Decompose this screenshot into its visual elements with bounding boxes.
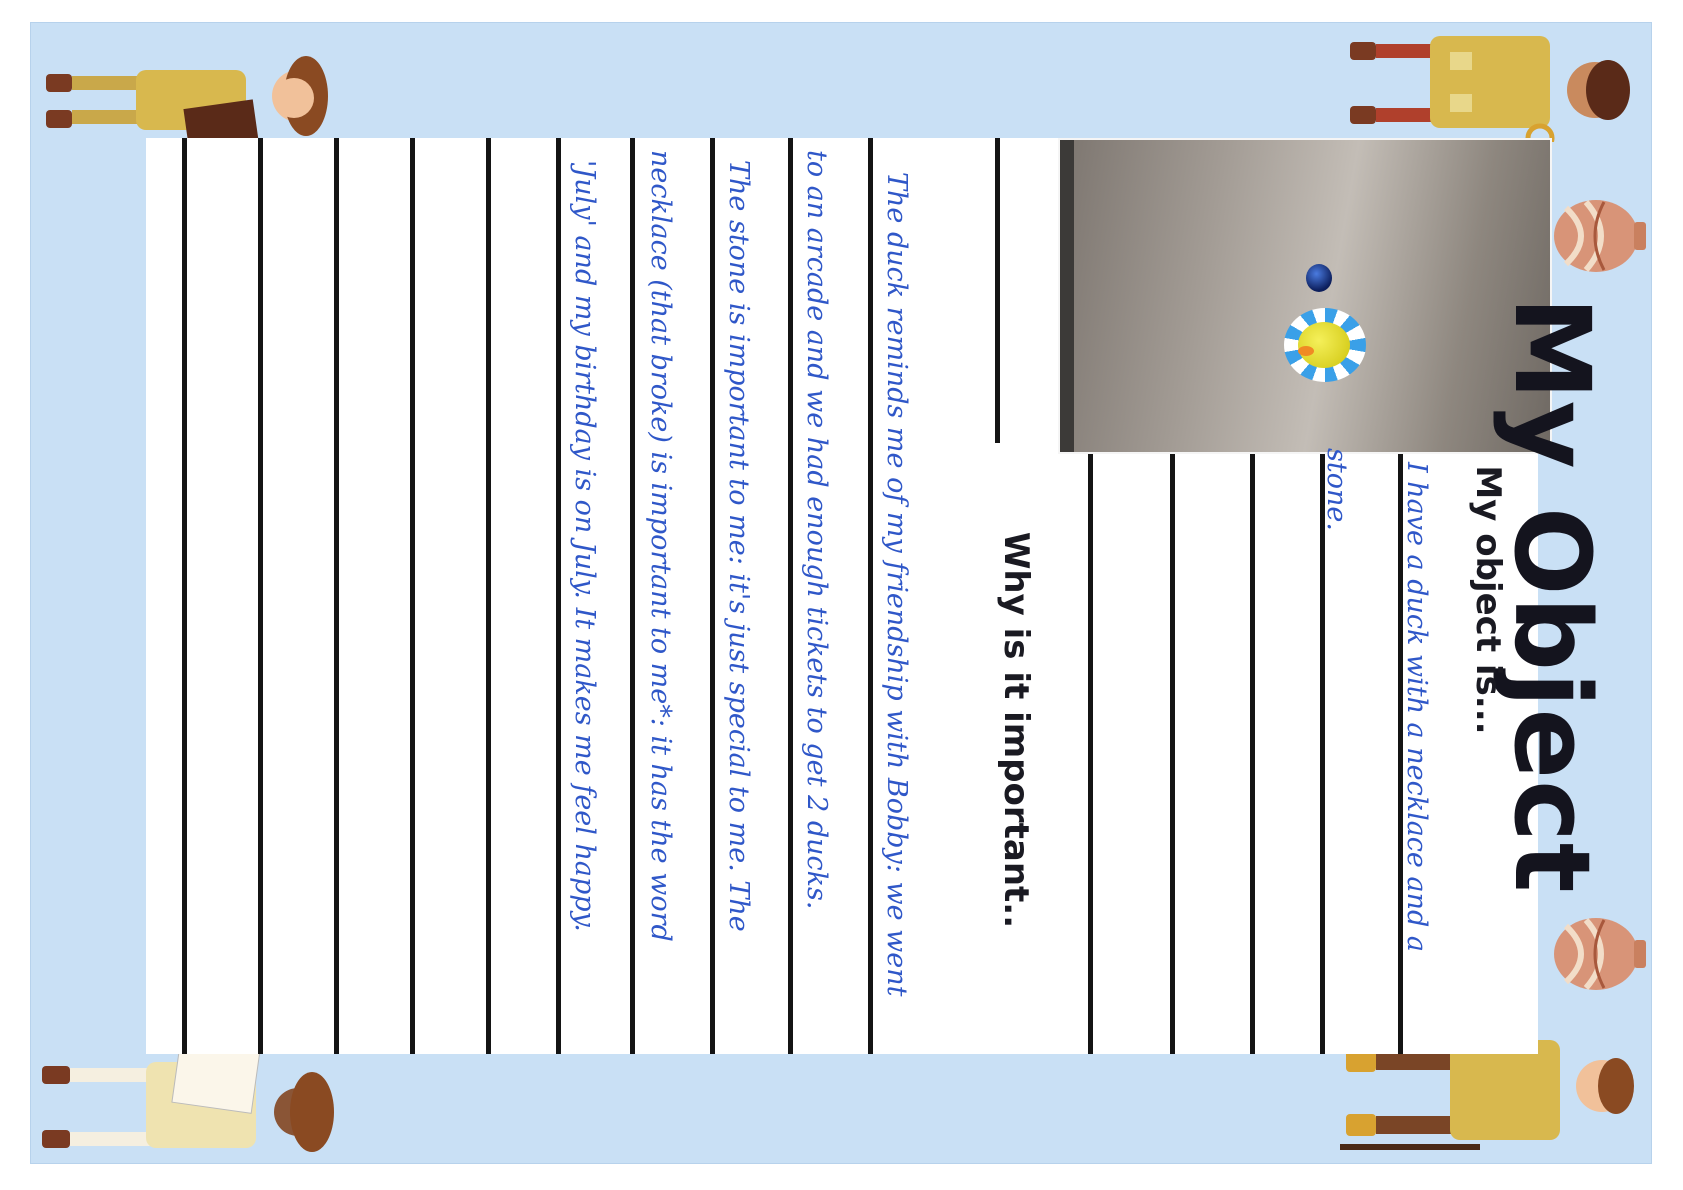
- object-photo: [1058, 138, 1552, 454]
- importance-answer-line: necklace (that broke) is important to me…: [645, 150, 676, 942]
- importance-answer-line: The stone is important to me: it's just …: [723, 160, 754, 932]
- object-answer-line: stone.: [1321, 448, 1352, 531]
- object-answer-line: I have a duck with a necklace and a: [1401, 462, 1432, 952]
- object-heading: My object is...: [1468, 465, 1508, 735]
- ruled-line: [630, 138, 635, 1054]
- importance-answer-line: 'July' and my birthday is on July. It ma…: [569, 160, 600, 932]
- ruled-line: [1088, 445, 1093, 1054]
- importance-writing-panel: [146, 138, 1060, 1054]
- page-title: My Object: [1491, 296, 1613, 894]
- importance-answer-line: The duck reminds me of my friendship wit…: [881, 172, 912, 997]
- ruled-line: [258, 138, 263, 1054]
- ruled-line: [1170, 445, 1175, 1054]
- importance-heading: Why is it important..: [996, 531, 1036, 929]
- explorer-figure-icon: [42, 1050, 334, 1152]
- ruled-line: [182, 138, 187, 1054]
- ruled-line: [410, 138, 415, 1054]
- explorer-figure-icon: [1350, 36, 1630, 142]
- ruled-line: [1250, 445, 1255, 1054]
- ruled-line: [788, 138, 793, 1054]
- blue-stone-bead: [1306, 264, 1332, 292]
- clay-pot-icon: [1554, 918, 1646, 990]
- ruled-line: [1320, 445, 1325, 1054]
- ruled-line: [556, 138, 561, 1054]
- ruled-line: [995, 138, 1000, 443]
- importance-answer-line: to an arcade and we had enough tickets t…: [801, 150, 832, 910]
- ruled-line: [710, 138, 715, 1054]
- clay-pot-icon: [1554, 200, 1646, 272]
- explorer-figure-icon: [46, 56, 328, 144]
- ruled-line: [334, 138, 339, 1054]
- ruled-line: [486, 138, 491, 1054]
- toy-duck: [1298, 322, 1350, 368]
- ruled-line: [868, 138, 873, 1054]
